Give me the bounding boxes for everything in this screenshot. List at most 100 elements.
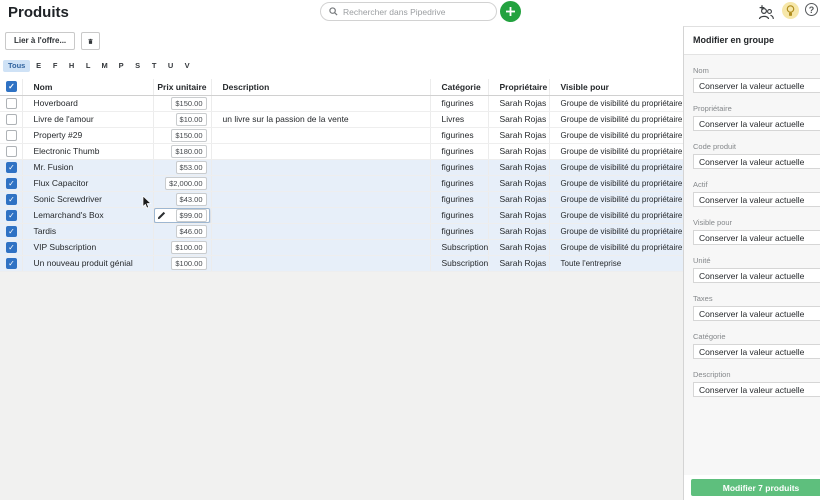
- price-value[interactable]: $53.00: [176, 161, 207, 174]
- price-value[interactable]: $100.00: [171, 241, 206, 254]
- link-to-deal-button[interactable]: Lier à l'offre...: [5, 32, 75, 50]
- row-checkbox[interactable]: ✓: [6, 226, 17, 237]
- product-price-cell[interactable]: $150.00: [153, 95, 211, 111]
- bulk-select-actif[interactable]: Conserver la valeur actuelle: [693, 192, 820, 207]
- row-checkbox[interactable]: [6, 114, 17, 125]
- bulk-select-visible-pour[interactable]: Conserver la valeur actuelle: [693, 230, 820, 245]
- row-checkbox[interactable]: ✓: [6, 194, 17, 205]
- alpha-letter-h[interactable]: H: [63, 61, 80, 70]
- column-header-description[interactable]: Description: [211, 79, 430, 95]
- bulk-edit-submit-button[interactable]: Modifier 7 produits: [691, 479, 820, 496]
- product-price-cell[interactable]: $53.00: [153, 159, 211, 175]
- tips-badge[interactable]: [782, 2, 799, 19]
- product-price-cell[interactable]: $10.00: [153, 111, 211, 127]
- product-price-cell[interactable]: $100.00: [153, 239, 211, 255]
- bulk-select-code-produit[interactable]: Conserver la valeur actuelle: [693, 154, 820, 169]
- price-value[interactable]: $150.00: [171, 129, 206, 142]
- product-name-cell[interactable]: Lemarchand's Box: [22, 207, 153, 223]
- table-row: ✓Lemarchand's Box$99.00figurinesSarah Ro…: [0, 207, 683, 223]
- panel-footer: Modifier 7 produits: [684, 475, 820, 500]
- alpha-letter-u[interactable]: U: [162, 61, 179, 70]
- price-value[interactable]: $150.00: [171, 97, 206, 110]
- product-price-cell[interactable]: $150.00: [153, 127, 211, 143]
- price-value[interactable]: $10.00: [176, 113, 207, 126]
- product-name-cell[interactable]: VIP Subscription: [22, 239, 153, 255]
- product-category-cell: figurines: [430, 143, 488, 159]
- price-value[interactable]: $180.00: [171, 145, 206, 158]
- price-edit-overlay: $99.00: [154, 208, 210, 223]
- product-price-cell[interactable]: $46.00: [153, 223, 211, 239]
- product-visibility-cell: Groupe de visibilité du propriétaire: [549, 143, 683, 159]
- select-all-checkbox[interactable]: ✓: [6, 81, 17, 92]
- price-value[interactable]: $100.00: [171, 257, 206, 270]
- row-checkbox[interactable]: ✓: [6, 258, 17, 269]
- table-row: ✓Flux Capacitor$2,000.00figurinesSarah R…: [0, 175, 683, 191]
- row-checkbox[interactable]: [6, 130, 17, 141]
- column-header-visible[interactable]: Visible pour: [549, 79, 683, 95]
- product-name-cell[interactable]: Property #29: [22, 127, 153, 143]
- product-name-cell[interactable]: Electronic Thumb: [22, 143, 153, 159]
- product-name-cell[interactable]: Mr. Fusion: [22, 159, 153, 175]
- bulk-select-nom[interactable]: Conserver la valeur actuelle: [693, 78, 820, 93]
- product-price-cell[interactable]: $2,000.00: [153, 175, 211, 191]
- invite-users-icon[interactable]: [757, 5, 775, 20]
- column-header-prix[interactable]: Prix unitaire: [153, 79, 211, 95]
- row-checkbox[interactable]: ✓: [6, 242, 17, 253]
- product-price-cell[interactable]: $99.00: [153, 207, 211, 223]
- product-owner-cell: Sarah Rojas: [488, 239, 549, 255]
- product-name-cell[interactable]: Sonic Screwdriver: [22, 191, 153, 207]
- help-icon[interactable]: ?: [805, 3, 818, 16]
- product-price-cell[interactable]: $43.00: [153, 191, 211, 207]
- row-checkbox[interactable]: ✓: [6, 162, 17, 173]
- product-name-cell[interactable]: Hoverboard: [22, 95, 153, 111]
- row-checkbox[interactable]: [6, 98, 17, 109]
- column-header-categorie[interactable]: Catégorie: [430, 79, 488, 95]
- product-owner-cell: Sarah Rojas: [488, 175, 549, 191]
- column-header-proprietaire[interactable]: Propriétaire: [488, 79, 549, 95]
- alpha-letter-t[interactable]: T: [146, 61, 163, 70]
- plus-icon: [505, 6, 516, 17]
- alpha-letter-f[interactable]: F: [47, 61, 64, 70]
- row-checkbox[interactable]: ✓: [6, 178, 17, 189]
- product-price-cell[interactable]: $180.00: [153, 143, 211, 159]
- table-row: Hoverboard$150.00figurinesSarah RojasGro…: [0, 95, 683, 111]
- price-value[interactable]: $46.00: [176, 225, 207, 238]
- row-checkbox[interactable]: [6, 146, 17, 157]
- bulk-field-label: Code produit: [693, 142, 820, 151]
- row-checkbox-cell: [0, 127, 22, 143]
- alpha-letter-p[interactable]: P: [113, 61, 130, 70]
- product-name-cell[interactable]: Un nouveau produit génial: [22, 255, 153, 271]
- bulk-select-taxes[interactable]: Conserver la valeur actuelle: [693, 306, 820, 321]
- bulk-select-description[interactable]: Conserver la valeur actuelle: [693, 382, 820, 397]
- alpha-letter-m[interactable]: M: [96, 61, 113, 70]
- bulk-select-cat-gorie[interactable]: Conserver la valeur actuelle: [693, 344, 820, 359]
- product-owner-cell: Sarah Rojas: [488, 207, 549, 223]
- product-visibility-cell: Groupe de visibilité du propriétaire: [549, 175, 683, 191]
- delete-button[interactable]: [81, 32, 100, 50]
- product-category-cell: Subscription ...: [430, 239, 488, 255]
- column-header-nom[interactable]: Nom: [22, 79, 153, 95]
- row-checkbox[interactable]: ✓: [6, 210, 17, 221]
- product-name-cell[interactable]: Livre de l'amour: [22, 111, 153, 127]
- alpha-filter-all[interactable]: Tous: [3, 60, 30, 72]
- row-checkbox-cell: [0, 95, 22, 111]
- bulk-field: DescriptionConserver la valeur actuelle: [693, 370, 820, 397]
- price-value[interactable]: $2,000.00: [165, 177, 206, 190]
- bulk-select-unit-[interactable]: Conserver la valeur actuelle: [693, 268, 820, 283]
- quick-add-button[interactable]: [500, 1, 521, 22]
- product-name-cell[interactable]: Tardis: [22, 223, 153, 239]
- price-value[interactable]: $43.00: [176, 193, 207, 206]
- alpha-letter-s[interactable]: S: [129, 61, 146, 70]
- product-description-cell: [211, 95, 430, 111]
- product-visibility-cell: Groupe de visibilité du propriétaire: [549, 239, 683, 255]
- search-icon: [329, 7, 338, 16]
- bulk-select-propri-taire[interactable]: Conserver la valeur actuelle: [693, 116, 820, 131]
- search-input[interactable]: Rechercher dans Pipedrive: [320, 2, 497, 21]
- alpha-letter-v[interactable]: V: [179, 61, 196, 70]
- alpha-letter-l[interactable]: L: [80, 61, 97, 70]
- product-name-cell[interactable]: Flux Capacitor: [22, 175, 153, 191]
- product-price-cell[interactable]: $100.00: [153, 255, 211, 271]
- alpha-letter-e[interactable]: E: [30, 61, 47, 70]
- price-value[interactable]: $99.00: [176, 209, 207, 222]
- product-visibility-cell: Groupe de visibilité du propriétaire: [549, 223, 683, 239]
